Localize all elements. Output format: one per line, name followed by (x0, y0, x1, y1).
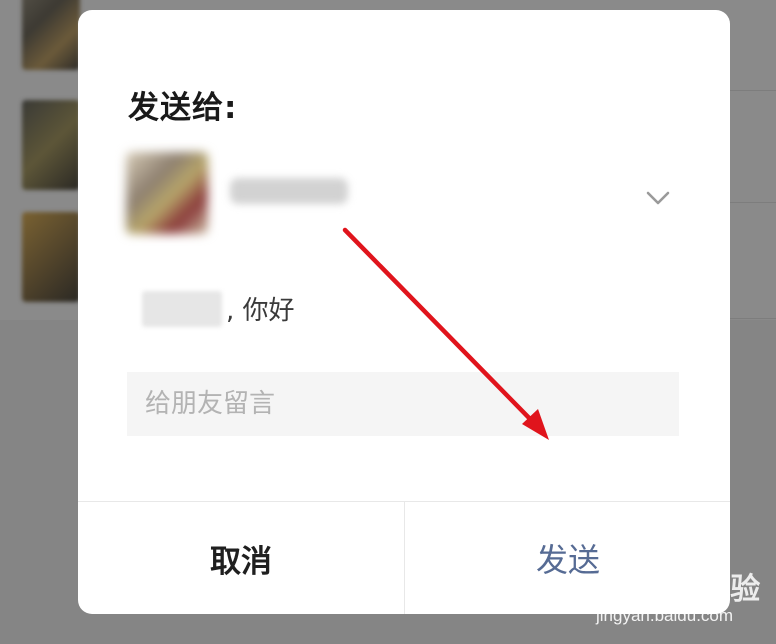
background-divider (730, 318, 776, 319)
dialog-title: 发送给: (128, 90, 238, 126)
chevron-down-icon[interactable] (644, 184, 672, 212)
send-button[interactable]: 发送 (405, 502, 730, 614)
share-dialog: 发送给: , 你好 取消 发送 (78, 10, 730, 614)
greeting-line: , 你好 (142, 290, 295, 330)
recipient-name (230, 178, 348, 204)
greeting-name (142, 290, 222, 327)
message-input[interactable] (127, 372, 679, 436)
background-divider (730, 90, 776, 91)
cancel-button[interactable]: 取消 (78, 502, 404, 614)
recipient-avatar (126, 152, 208, 234)
background-thumbnail (22, 100, 80, 190)
greeting-text: , 你好 (226, 296, 295, 326)
background-thumbnail (22, 0, 80, 70)
background-thumbnail (22, 212, 80, 302)
background-divider (730, 202, 776, 203)
recipient-selector[interactable] (126, 150, 696, 240)
